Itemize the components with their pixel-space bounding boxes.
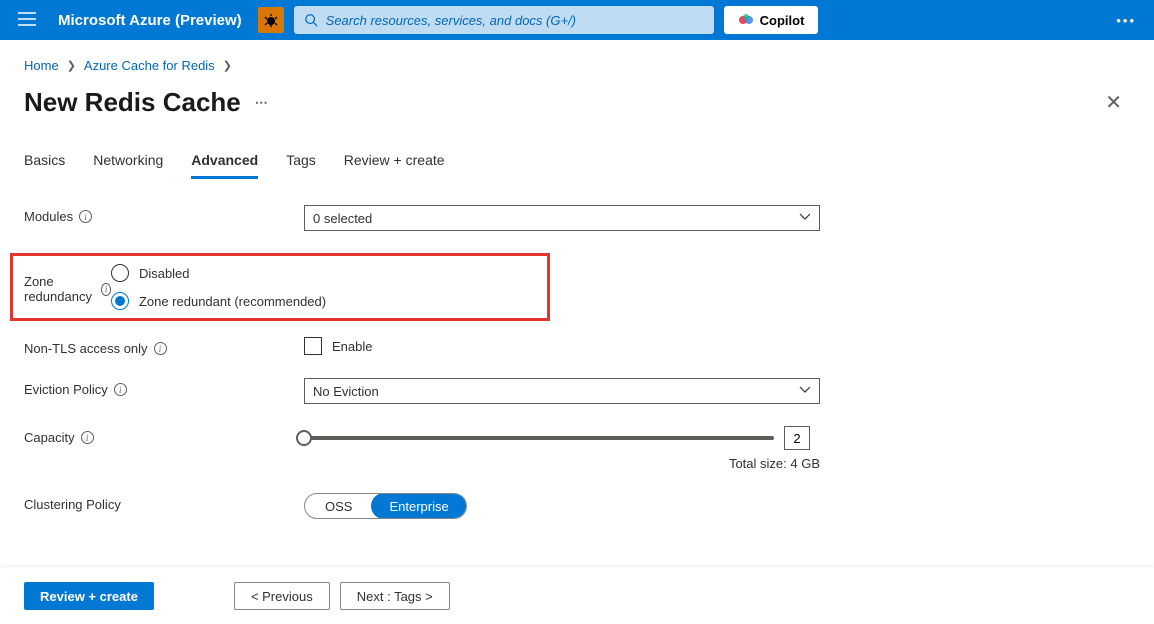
row-clustering: Clustering Policy OSS Enterprise (24, 493, 1130, 519)
radio-zone-disabled[interactable]: Disabled (111, 264, 627, 282)
top-navigation-bar: Microsoft Azure (Preview) Copilot ••• (0, 0, 1154, 40)
brand-label[interactable]: Microsoft Azure (Preview) (52, 12, 248, 29)
tab-bar: Basics Networking Advanced Tags Review +… (24, 152, 1130, 179)
preview-bug-icon[interactable] (258, 7, 284, 33)
info-icon[interactable]: i (154, 342, 167, 355)
radio-zone-redundant[interactable]: Zone redundant (recommended) (111, 292, 627, 310)
label-non-tls: Non-TLS access only (24, 341, 148, 356)
label-modules: Modules (24, 209, 73, 224)
capacity-input[interactable] (784, 426, 810, 450)
info-icon[interactable]: i (101, 283, 111, 296)
breadcrumb: Home ❯ Azure Cache for Redis ❯ (24, 58, 1130, 73)
hamburger-menu-icon[interactable] (12, 6, 42, 35)
tab-basics[interactable]: Basics (24, 152, 65, 179)
next-button[interactable]: Next : Tags > (340, 582, 450, 610)
tab-review[interactable]: Review + create (344, 152, 445, 179)
footer-action-bar: Review + create < Previous Next : Tags > (0, 567, 1154, 624)
row-capacity: Capacity i Total size: 4 GB (24, 426, 1130, 471)
close-icon[interactable]: ✕ (1105, 90, 1130, 115)
search-input[interactable] (326, 13, 704, 28)
row-non-tls: Non-TLS access only i Enable (24, 337, 1130, 356)
page-header: New Redis Cache ⋯ ✕ (24, 87, 1130, 118)
label-zone-redundancy: Zone redundancy (24, 274, 95, 304)
clustering-option-oss[interactable]: OSS (305, 494, 372, 518)
chevron-down-icon (799, 213, 811, 224)
tab-advanced[interactable]: Advanced (191, 152, 258, 179)
review-create-button[interactable]: Review + create (24, 582, 154, 610)
topbar-more-icon[interactable]: ••• (1110, 7, 1142, 34)
copilot-label: Copilot (760, 13, 805, 28)
tab-tags[interactable]: Tags (286, 152, 316, 179)
clustering-toggle: OSS Enterprise (304, 493, 467, 519)
checkbox-non-tls[interactable] (304, 337, 322, 355)
row-modules: Modules i 0 selected (24, 205, 1130, 231)
page-more-icon[interactable]: ⋯ (255, 95, 269, 111)
slider-thumb[interactable] (296, 430, 312, 446)
tab-networking[interactable]: Networking (93, 152, 163, 179)
copilot-icon (738, 12, 754, 28)
page-title: New Redis Cache (24, 87, 241, 118)
info-icon[interactable]: i (114, 383, 127, 396)
label-clustering: Clustering Policy (24, 497, 121, 512)
capacity-total-size: Total size: 4 GB (304, 456, 820, 471)
global-search[interactable] (294, 6, 714, 34)
capacity-slider[interactable] (304, 436, 774, 440)
previous-button[interactable]: < Previous (234, 582, 330, 610)
chevron-down-icon (799, 386, 811, 397)
eviction-value: No Eviction (313, 384, 379, 399)
chevron-right-icon: ❯ (67, 59, 76, 72)
label-capacity: Capacity (24, 430, 75, 445)
breadcrumb-service[interactable]: Azure Cache for Redis (84, 58, 215, 73)
clustering-option-enterprise[interactable]: Enterprise (371, 493, 466, 519)
eviction-select[interactable]: No Eviction (304, 378, 820, 404)
info-icon[interactable]: i (79, 210, 92, 223)
row-zone-redundancy: Zone redundancy i Disabled Zone redundan… (10, 253, 550, 321)
modules-value: 0 selected (313, 211, 372, 226)
radio-label-disabled: Disabled (139, 266, 190, 281)
chevron-right-icon: ❯ (223, 59, 232, 72)
radio-label-redundant: Zone redundant (recommended) (139, 294, 326, 309)
modules-select[interactable]: 0 selected (304, 205, 820, 231)
info-icon[interactable]: i (81, 431, 94, 444)
label-eviction: Eviction Policy (24, 382, 108, 397)
search-icon (304, 13, 318, 27)
row-eviction: Eviction Policy i No Eviction (24, 378, 1130, 404)
checkbox-label-enable: Enable (332, 339, 372, 354)
breadcrumb-home[interactable]: Home (24, 58, 59, 73)
copilot-button[interactable]: Copilot (724, 6, 819, 34)
